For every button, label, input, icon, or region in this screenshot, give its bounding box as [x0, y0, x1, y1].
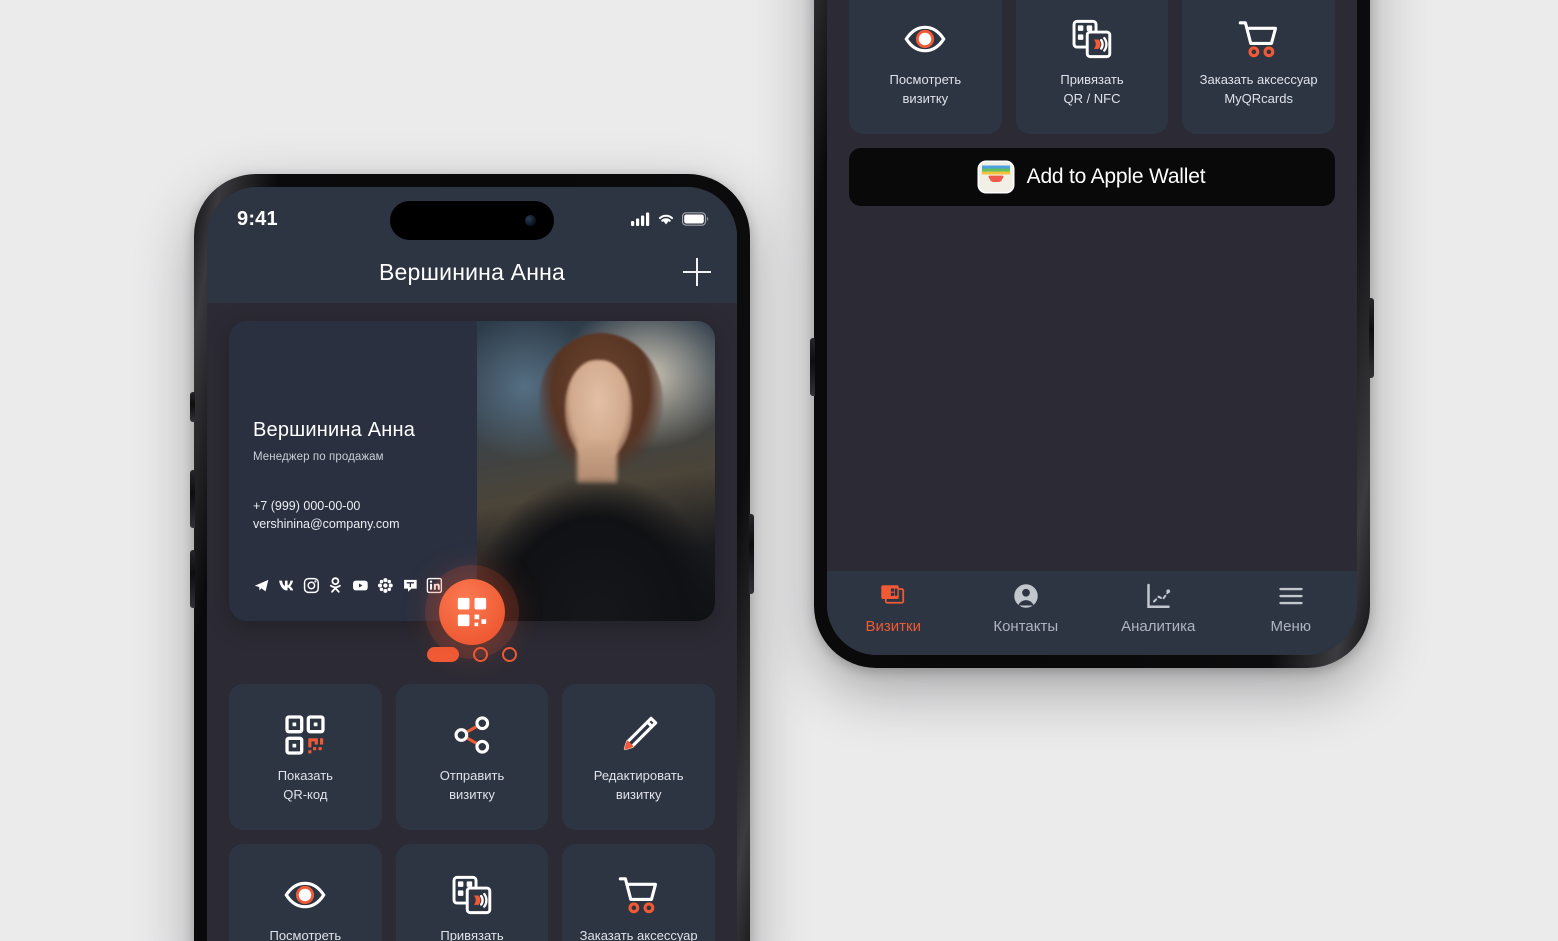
card-photo	[462, 321, 715, 621]
volume-up-button[interactable]	[810, 338, 815, 396]
power-button[interactable]	[1369, 298, 1374, 378]
dynamic-island	[390, 201, 554, 240]
content-area: Вершинина Анна Менеджер по продажам +7 (…	[207, 303, 737, 941]
tile-label: ПривязатьQR / NFC	[440, 928, 504, 941]
tab-cards[interactable]: Визитки	[827, 581, 960, 635]
tile-label: Заказать аксессуарMyQRcards	[579, 928, 698, 941]
tile-order-accessory[interactable]: Заказать аксессуарMyQRcards	[1182, 0, 1335, 134]
analytics-icon	[1143, 581, 1173, 611]
cart-icon	[617, 869, 661, 921]
qr-nfc-icon	[450, 869, 494, 921]
tile-label: Заказать аксессуарMyQRcards	[1199, 72, 1318, 106]
tile-label: Посмотретьвизитку	[269, 928, 342, 941]
tile-label: Показать QR-код	[277, 768, 333, 802]
pager-dot-1[interactable]	[427, 647, 459, 662]
wifi-icon	[658, 214, 674, 225]
qr-nfc-icon	[1070, 13, 1114, 65]
apple-wallet-icon	[978, 162, 1013, 192]
tile-link-qr-nfc[interactable]: ПривязатьQR / NFC	[1015, 0, 1169, 134]
status-indicators	[631, 212, 709, 226]
action-grid-right: ПоказатьQR-код	[827, 0, 1357, 134]
tile-show-qr[interactable]: Показать QR-код	[229, 684, 382, 830]
phone-device-right: ПоказатьQR-код	[810, 0, 1374, 668]
share-icon	[450, 709, 494, 761]
qr-fab-container	[439, 579, 505, 645]
page-title: Вершинина Анна	[379, 258, 565, 285]
qr-code-icon	[283, 709, 327, 761]
tab-label: Контакты	[993, 618, 1059, 635]
tile-label: Отправить визитку	[439, 768, 505, 802]
volume-down-button[interactable]	[190, 550, 195, 608]
phone-device-left: 9:41 Вершинина Анна Вершинина Анна Менед…	[190, 174, 754, 941]
card-contacts: +7 (999) 000-00-00 vershinina@company.co…	[253, 497, 467, 533]
status-bar: 9:41	[207, 197, 737, 241]
eye-icon	[903, 13, 947, 65]
tenchat-icon[interactable]	[402, 577, 419, 594]
vk-icon[interactable]	[278, 577, 295, 594]
tab-contacts[interactable]: Контакты	[960, 581, 1093, 635]
card-name: Вершинина Анна	[253, 419, 416, 441]
tile-label: Посмотретьвизитку	[889, 72, 962, 106]
silent-switch[interactable]	[190, 392, 195, 422]
screen-left: 9:41 Вершинина Анна Вершинина Анна Менед…	[207, 187, 737, 941]
screen-right: ПоказатьQR-код	[827, 0, 1357, 655]
tab-label: Аналитика	[1121, 618, 1196, 635]
top-bar-region: 9:41 Вершинина Анна	[207, 187, 737, 303]
tab-menu[interactable]: Меню	[1225, 581, 1358, 635]
card-email: vershinina@company.com	[253, 517, 400, 532]
tile-link-qr-nfc[interactable]: ПривязатьQR / NFC	[395, 844, 549, 941]
wallet-button-label: Add to Apple Wallet	[1026, 165, 1206, 188]
card-role: Менеджер по продажам	[253, 451, 384, 463]
add-card-button[interactable]	[683, 258, 711, 286]
battery-icon	[682, 212, 709, 226]
pager-dot-2[interactable]	[473, 647, 488, 662]
show-qr-fab-button[interactable]	[439, 579, 505, 645]
telegram-icon[interactable]	[253, 577, 270, 594]
business-card[interactable]: Вершинина Анна Менеджер по продажам +7 (…	[229, 321, 715, 621]
tab-analytics[interactable]: Аналитика	[1092, 581, 1225, 635]
action-grid: Показать QR-код Отправить визитку Редакт…	[207, 684, 737, 941]
instagram-icon[interactable]	[303, 577, 320, 594]
card-pager	[207, 647, 737, 662]
flower-icon[interactable]	[377, 577, 394, 594]
content-area-right: ПоказатьQR-код	[827, 0, 1357, 655]
tile-order-accessory[interactable]: Заказать аксессуарMyQRcards	[562, 844, 715, 941]
tile-label: Редактировать визитку	[593, 768, 684, 802]
tile-view-card[interactable]: Посмотретьвизитку	[849, 0, 1002, 134]
front-camera-icon	[525, 215, 536, 226]
cards-icon	[878, 581, 908, 611]
qr-code-icon	[457, 597, 487, 627]
card-details: Вершинина Анна Менеджер по продажам +7 (…	[229, 321, 467, 621]
power-button[interactable]	[749, 514, 754, 594]
pencil-icon	[617, 709, 661, 761]
tile-label: ПривязатьQR / NFC	[1060, 72, 1124, 106]
tab-label: Визитки	[865, 618, 921, 635]
person-icon	[1011, 581, 1041, 611]
odnoklassniki-icon[interactable]	[327, 577, 344, 594]
pager-dot-3[interactable]	[502, 647, 517, 662]
hamburger-icon	[1276, 581, 1306, 611]
cellular-bars-icon	[631, 212, 650, 226]
tile-send-card[interactable]: Отправить визитку	[395, 684, 549, 830]
status-clock: 9:41	[237, 207, 278, 230]
eye-icon	[283, 869, 327, 921]
youtube-icon[interactable]	[352, 577, 369, 594]
card-social-links: …	[253, 577, 467, 594]
tile-edit-card[interactable]: Редактировать визитку	[562, 684, 715, 830]
add-to-apple-wallet-button[interactable]: Add to Apple Wallet	[849, 148, 1335, 206]
tile-view-card[interactable]: Посмотретьвизитку	[229, 844, 382, 941]
tab-label: Меню	[1270, 618, 1312, 635]
card-phone: +7 (999) 000-00-00	[253, 499, 361, 513]
nav-bar: Вершинина Анна	[207, 241, 737, 303]
cart-icon	[1237, 13, 1281, 65]
bottom-tab-bar: Визитки Контакты Аналитика Меню	[827, 571, 1357, 655]
volume-up-button[interactable]	[190, 470, 195, 528]
